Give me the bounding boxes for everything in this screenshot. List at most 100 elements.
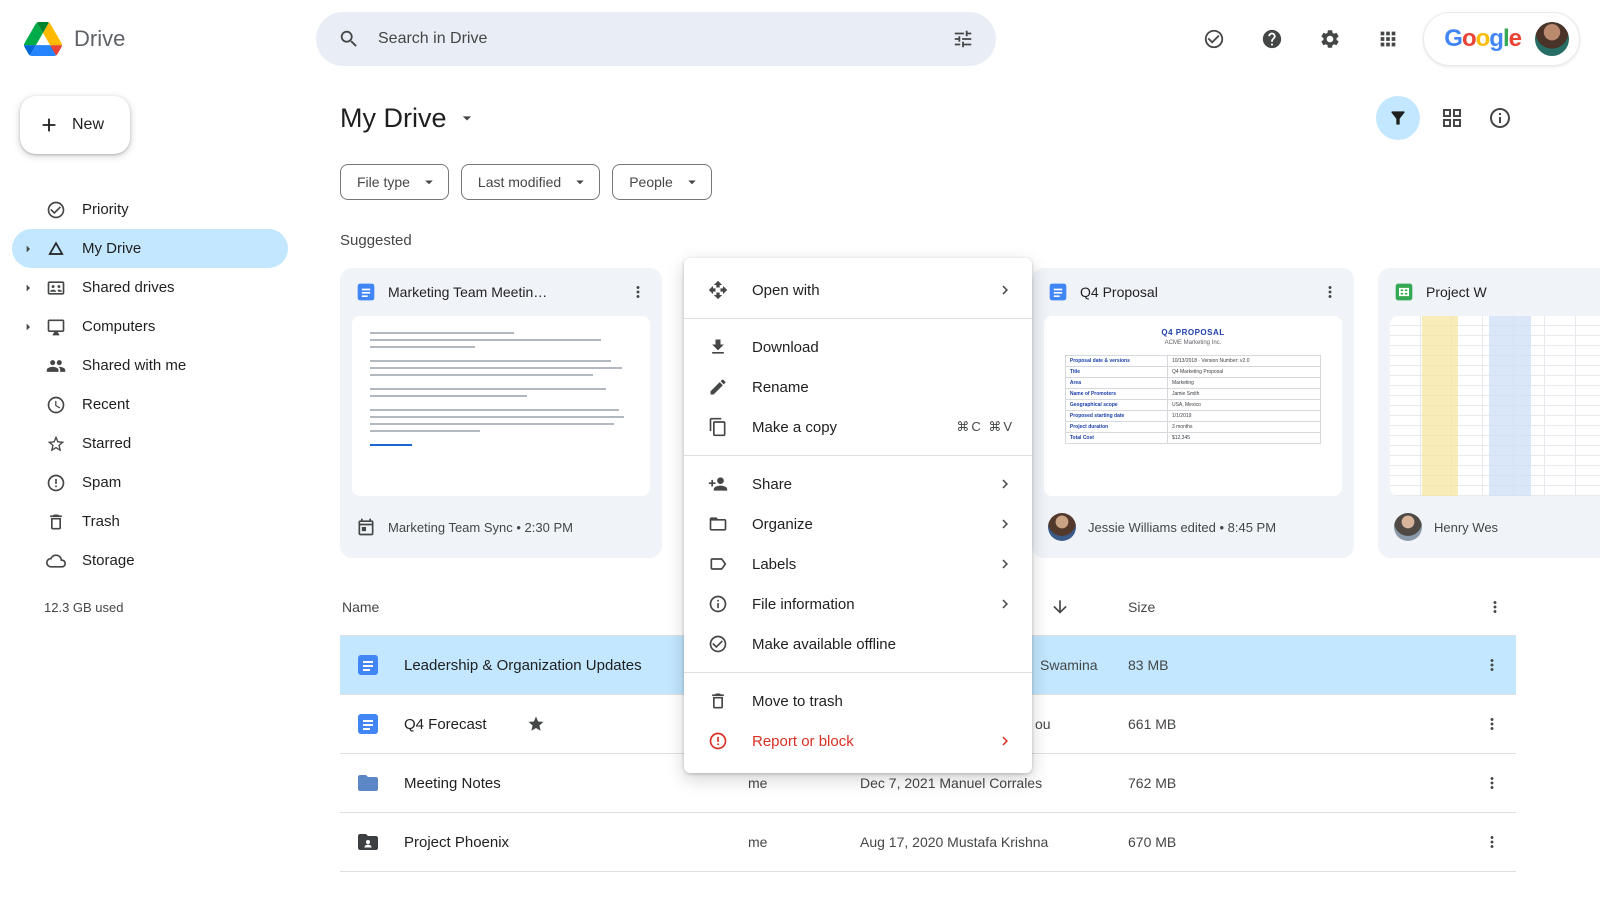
card-footer: Henry Wes — [1378, 496, 1600, 558]
shared-folder-icon — [356, 830, 380, 854]
context-menu: Open with Download Rename Make a copy ⌘C… — [684, 258, 1032, 773]
sidebar-item-spam[interactable]: Spam — [12, 463, 288, 502]
sidebar-item-priority[interactable]: Priority — [12, 190, 288, 229]
pencil-icon — [708, 377, 728, 397]
folder-outline-icon — [708, 514, 728, 534]
grid-view-button[interactable] — [1436, 102, 1468, 134]
my-drive-icon — [46, 239, 66, 259]
file-name: Leadership & Organization Updates — [404, 657, 642, 674]
sidebar: New Priority My Drive Shared drives Comp… — [0, 78, 316, 900]
row-more-icon[interactable] — [1468, 700, 1516, 748]
sidebar-item-my-drive[interactable]: My Drive — [12, 229, 288, 268]
owner-cell: me — [748, 775, 860, 791]
info-icon — [1488, 106, 1512, 130]
more-options-icon[interactable] — [1314, 276, 1346, 308]
avatar — [1048, 513, 1076, 541]
download-icon — [708, 337, 728, 357]
shared-drives-icon — [46, 278, 66, 298]
menu-divider — [684, 672, 1032, 673]
expand-chevron-icon[interactable] — [20, 280, 36, 296]
menu-item-share[interactable]: Share — [684, 464, 1032, 504]
search-bar[interactable] — [316, 12, 996, 66]
sidebar-item-recent[interactable]: Recent — [12, 385, 288, 424]
doc-preview — [352, 316, 650, 496]
file-row-project-phoenix[interactable]: Project Phoenix me Aug 17, 2020 Mustafa … — [340, 813, 1516, 872]
folder-icon — [356, 771, 380, 795]
row-more-icon[interactable] — [1468, 759, 1516, 807]
clock-icon — [46, 395, 66, 415]
sidebar-nav: Priority My Drive Shared drives Computer… — [0, 190, 316, 580]
size-cell: 661 MB — [1128, 716, 1248, 732]
help-button[interactable] — [1249, 16, 1295, 62]
sidebar-item-shared-drives[interactable]: Shared drives — [12, 268, 288, 307]
card-footer: Marketing Team Sync • 2:30 PM — [340, 496, 662, 558]
file-name: Q4 Forecast — [404, 716, 487, 733]
settings-button[interactable] — [1307, 16, 1353, 62]
apps-grid-button[interactable] — [1365, 16, 1411, 62]
menu-item-organize[interactable]: Organize — [684, 504, 1032, 544]
label-tag-icon — [708, 554, 728, 574]
doc-icon — [356, 653, 380, 677]
availability-status-button[interactable] — [1191, 16, 1237, 62]
chip-file-type[interactable]: File type — [340, 164, 449, 200]
expand-chevron-icon[interactable] — [20, 319, 36, 335]
menu-item-labels[interactable]: Labels — [684, 544, 1032, 584]
menu-item-move-to-trash[interactable]: Move to trash — [684, 681, 1032, 721]
sidebar-item-computers[interactable]: Computers — [12, 307, 288, 346]
submenu-arrow-icon — [996, 281, 1014, 299]
spam-icon — [46, 473, 66, 493]
grid-view-icon — [1440, 106, 1464, 130]
sidebar-item-starred[interactable]: Starred — [12, 424, 288, 463]
list-options-icon[interactable] — [1486, 598, 1504, 616]
copy-icon — [708, 417, 728, 437]
chevron-down-icon — [420, 173, 438, 191]
search-icon[interactable] — [338, 28, 360, 50]
menu-item-rename[interactable]: Rename — [684, 367, 1032, 407]
sidebar-item-storage[interactable]: Storage — [12, 541, 288, 580]
chip-last-modified[interactable]: Last modified — [461, 164, 600, 200]
new-button[interactable]: New — [20, 96, 130, 154]
sidebar-item-trash[interactable]: Trash — [12, 502, 288, 541]
menu-item-open-with[interactable]: Open with — [684, 270, 1032, 310]
file-name: Project Phoenix — [404, 834, 509, 851]
view-actions — [1376, 96, 1516, 140]
share-person-icon — [708, 474, 728, 494]
sidebar-item-shared-with-me[interactable]: Shared with me — [12, 346, 288, 385]
more-options-icon[interactable] — [622, 276, 654, 308]
account-chip[interactable]: Google — [1423, 12, 1580, 66]
trash-icon — [708, 691, 728, 711]
column-header-name[interactable]: Name — [342, 599, 379, 615]
file-name: Meeting Notes — [404, 775, 501, 792]
search-input[interactable] — [378, 30, 934, 48]
menu-item-make-a-copy[interactable]: Make a copy ⌘C ⌘V — [684, 407, 1032, 447]
row-more-icon[interactable] — [1468, 818, 1516, 866]
filter-button[interactable] — [1376, 96, 1420, 140]
page-title[interactable]: My Drive — [340, 103, 477, 134]
menu-item-make-available-offline[interactable]: Make available offline — [684, 624, 1032, 664]
menu-divider — [684, 318, 1032, 319]
search-options-icon[interactable] — [952, 28, 974, 50]
menu-item-file-information[interactable]: File information — [684, 584, 1032, 624]
user-avatar[interactable] — [1535, 22, 1569, 56]
starred-icon — [527, 715, 545, 733]
file-card-marketing-doc[interactable]: Marketing Team Meetin… Marketing Team Sy… — [340, 268, 662, 558]
size-cell: 762 MB — [1128, 775, 1248, 791]
drive-brand[interactable]: Drive — [0, 22, 316, 56]
card-title: Project W — [1426, 284, 1600, 300]
modified-cell: Aug 17, 2020 Mustafa Krishna — [860, 834, 1128, 850]
suggested-label: Suggested — [340, 232, 1600, 252]
sort-descending-icon[interactable] — [1050, 597, 1070, 617]
details-button[interactable] — [1484, 102, 1516, 134]
column-header-size[interactable]: Size — [1128, 599, 1155, 615]
file-card-q4-proposal[interactable]: Q4 Proposal Q4 PROPOSAL ACME Marketing I… — [1032, 268, 1354, 558]
google-logo: Google — [1444, 25, 1521, 53]
chip-people[interactable]: People — [612, 164, 712, 200]
topbar: Drive Google — [0, 0, 1600, 78]
expand-chevron-icon[interactable] — [20, 241, 36, 257]
menu-item-download[interactable]: Download — [684, 327, 1032, 367]
shortcut-label: ⌘C ⌘V — [956, 419, 1014, 435]
menu-item-report-or-block[interactable]: Report or block — [684, 721, 1032, 761]
file-card-project-sheet[interactable]: Project W Henry Wes — [1378, 268, 1600, 558]
owner-cell: me — [748, 834, 860, 850]
row-more-icon[interactable] — [1468, 641, 1516, 689]
